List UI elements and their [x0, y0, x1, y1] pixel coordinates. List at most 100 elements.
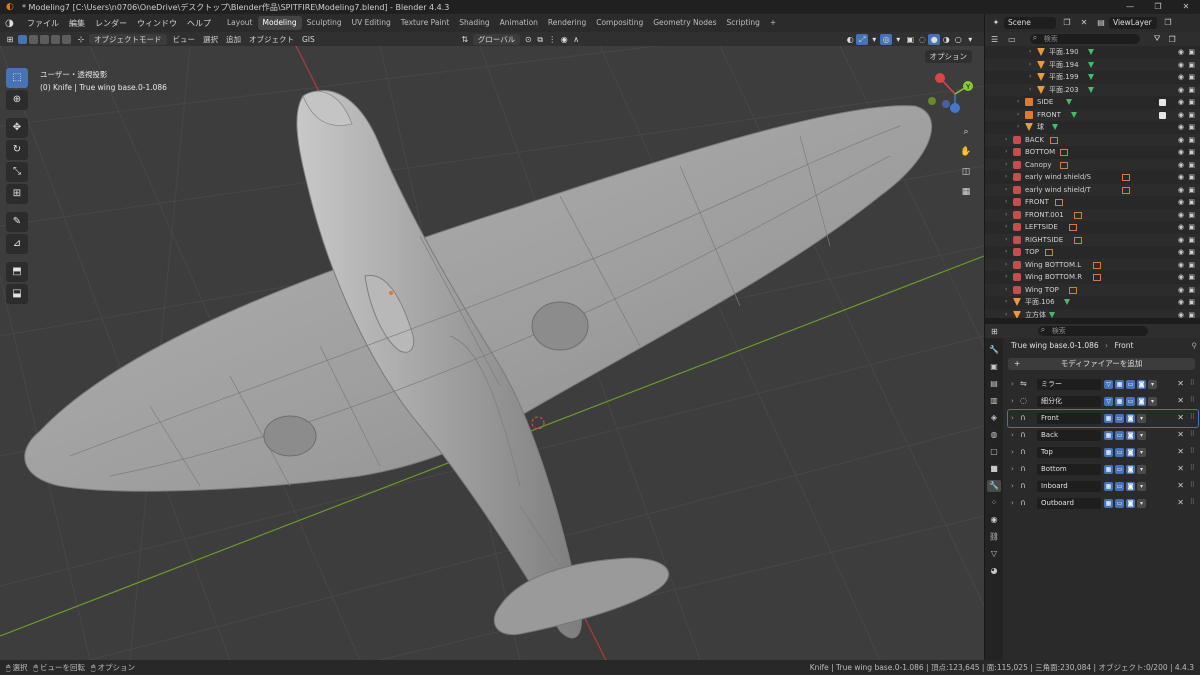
visibility-eye-icon[interactable]: ◉	[1178, 59, 1184, 72]
viewport-display-icon[interactable]: ▭	[1126, 380, 1135, 389]
select-box-tool-icon[interactable]: ⬚	[6, 68, 28, 88]
expand-arrow-icon[interactable]: ›	[1005, 246, 1007, 259]
outliner-row[interactable]: › FRONT.001 ◉ ▣	[985, 208, 1200, 222]
modifier-panel[interactable]: › ⇋ ミラー ▽ ▦ ▭ ◙ ▾ ✕ ⠿	[1008, 376, 1198, 393]
tab-modeling[interactable]: Modeling	[257, 16, 302, 30]
blender-menu-icon[interactable]: ◑	[5, 18, 19, 29]
visibility-eye-icon[interactable]: ◉	[1178, 134, 1184, 147]
render-camera-icon[interactable]: ▣	[1188, 296, 1195, 309]
outliner-row[interactable]: › early wind shield/T ◉ ▣	[985, 183, 1200, 197]
modifier-menu-icon[interactable]: ▾	[1137, 448, 1146, 457]
add-cube-tool-icon[interactable]: ⬒	[6, 262, 28, 282]
visibility-eye-icon[interactable]: ◉	[1178, 221, 1184, 234]
expand-chevron-icon[interactable]: ›	[1011, 431, 1014, 439]
tab-shading[interactable]: Shading	[454, 16, 494, 30]
wireframe-shading-icon[interactable]: ◌	[916, 34, 928, 45]
expand-arrow-icon[interactable]: ›	[1005, 184, 1007, 197]
expand-arrow-icon[interactable]: ›	[1029, 84, 1031, 97]
annotate-tool-icon[interactable]: ✎	[6, 212, 28, 232]
select-mode-new-icon[interactable]	[18, 34, 27, 44]
expand-arrow-icon[interactable]: ›	[1005, 259, 1007, 272]
edit-mode-icon[interactable]: ▦	[1104, 431, 1113, 440]
expand-arrow-icon[interactable]: ›	[1005, 221, 1007, 234]
viewport-display-icon[interactable]: ▭	[1126, 397, 1135, 406]
outliner-row[interactable]: › BOTTOM ◉ ▣	[985, 146, 1200, 159]
modifier-menu-icon[interactable]: ▾	[1137, 431, 1146, 440]
expand-arrow-icon[interactable]: ›	[1029, 59, 1031, 72]
particles-tab-icon[interactable]: ⁘	[987, 497, 1001, 509]
viewport-display-icon[interactable]: ▭	[1115, 499, 1124, 508]
outliner-row[interactable]: › FRONT ◉ ▣	[985, 108, 1200, 122]
outliner-row[interactable]: › BACK ◉ ▣	[985, 133, 1200, 147]
solid-shading-icon[interactable]: ●	[928, 33, 941, 45]
expand-chevron-icon[interactable]: ›	[1011, 499, 1014, 507]
outliner-row[interactable]: › RIGHTSIDE ◉ ▣	[985, 233, 1200, 247]
render-camera-icon[interactable]: ▣	[1188, 271, 1195, 284]
zoom-icon[interactable]: ⌕	[958, 124, 974, 140]
outliner-row[interactable]: › 平面.106 ◉ ▣	[985, 296, 1200, 309]
outliner-row[interactable]: › Wing BOTTOM.R ◉ ▣	[985, 271, 1200, 284]
outliner-row[interactable]: › early wind shield/S ◉ ▣	[985, 171, 1200, 184]
visibility-eye-icon[interactable]: ◉	[1178, 246, 1184, 259]
xray-icon[interactable]: ▣	[904, 34, 916, 45]
visibility-eye-icon[interactable]: ◉	[1178, 234, 1184, 247]
expand-arrow-icon[interactable]: ›	[1005, 171, 1007, 184]
modifier-menu-icon[interactable]: ▾	[1137, 414, 1146, 423]
visibility-eye-icon[interactable]: ◉	[1178, 259, 1184, 272]
edit-mode-icon[interactable]: ▦	[1104, 499, 1113, 508]
modifier-tab-icon[interactable]: 🔧	[987, 480, 1001, 492]
menu-help[interactable]: ヘルプ	[182, 18, 216, 29]
copy-scene-icon[interactable]: ❐	[1061, 17, 1073, 29]
remove-modifier-icon[interactable]: ✕	[1177, 447, 1184, 456]
display-mode-icon[interactable]: ▭	[1008, 35, 1016, 44]
new-collection-icon[interactable]: ❐	[1168, 35, 1175, 44]
proportional-edit-icon[interactable]: ◉	[558, 34, 570, 45]
drag-handle-icon[interactable]: ⠿	[1190, 396, 1195, 404]
modifier-name-field[interactable]: Outboard	[1037, 498, 1101, 509]
gizmo-neg-z-handle[interactable]	[942, 100, 950, 108]
render-camera-icon[interactable]: ▣	[1188, 209, 1195, 222]
tab-scripting[interactable]: Scripting	[722, 16, 765, 30]
viewport-display-icon[interactable]: ▭	[1115, 448, 1124, 457]
overlay-toggle-icon[interactable]: ◎	[880, 33, 893, 45]
select-mode-extend-icon[interactable]	[29, 34, 38, 44]
outliner-row[interactable]: › SIDE ◉ ▣	[985, 96, 1200, 109]
menu-object[interactable]: オブジェクト	[245, 34, 298, 45]
render-camera-icon[interactable]: ▣	[1188, 284, 1195, 297]
render-camera-icon[interactable]: ▣	[1188, 71, 1195, 84]
drag-handle-icon[interactable]: ⠿	[1190, 413, 1195, 421]
menu-gis[interactable]: GIS	[298, 35, 319, 44]
transform-tool-icon[interactable]: ⊞	[6, 184, 28, 204]
tab-uv-editing[interactable]: UV Editing	[347, 16, 396, 30]
outliner-row[interactable]: › Wing BOTTOM.L ◉ ▣	[985, 258, 1200, 272]
edit-mode-icon[interactable]: ▦	[1115, 397, 1124, 406]
render-display-icon[interactable]: ◙	[1137, 397, 1146, 406]
drag-handle-icon[interactable]: ⠿	[1190, 464, 1195, 472]
modifier-panel[interactable]: › ∩ Bottom ▦ ▭ ◙ ▾ ✕ ⠿	[1008, 461, 1198, 478]
rotate-tool-icon[interactable]: ↻	[6, 140, 28, 160]
move-tool-icon[interactable]: ✥	[6, 118, 28, 138]
render-display-icon[interactable]: ◙	[1126, 482, 1135, 491]
render-camera-icon[interactable]: ▣	[1188, 109, 1195, 122]
render-camera-icon[interactable]: ▣	[1188, 259, 1195, 272]
extrude-tool-icon[interactable]: ⬓	[6, 284, 28, 304]
visibility-eye-icon[interactable]: ◉	[1178, 96, 1184, 109]
overlay-dropdown-icon[interactable]: ▾	[892, 34, 904, 45]
mode-dropdown[interactable]: オブジェクトモード	[89, 33, 167, 45]
render-camera-icon[interactable]: ▣	[1188, 309, 1195, 319]
menu-render[interactable]: レンダー	[90, 18, 132, 29]
shading-dropdown-icon[interactable]: ▾	[964, 34, 976, 45]
tab-compositing[interactable]: Compositing	[591, 16, 648, 30]
render-tab-icon[interactable]: ▣	[987, 361, 1001, 373]
outliner-row[interactable]: › Wing TOP ◉ ▣	[985, 283, 1200, 297]
expand-chevron-icon[interactable]: ›	[1011, 380, 1014, 388]
visibility-eye-icon[interactable]: ◉	[1178, 171, 1184, 184]
tab-geometry-nodes[interactable]: Geometry Nodes	[648, 16, 721, 30]
render-camera-icon[interactable]: ▣	[1188, 84, 1195, 97]
modifier-panel[interactable]: › ∩ Back ▦ ▭ ◙ ▾ ✕ ⠿	[1008, 427, 1198, 444]
render-display-icon[interactable]: ◙	[1126, 414, 1135, 423]
modifier-name-field[interactable]: Top	[1037, 447, 1101, 458]
outliner-editor-icon[interactable]: ☰	[991, 35, 998, 44]
collection-tab-icon[interactable]: ▢	[987, 446, 1001, 458]
viewport-display-icon[interactable]: ▭	[1115, 414, 1124, 423]
